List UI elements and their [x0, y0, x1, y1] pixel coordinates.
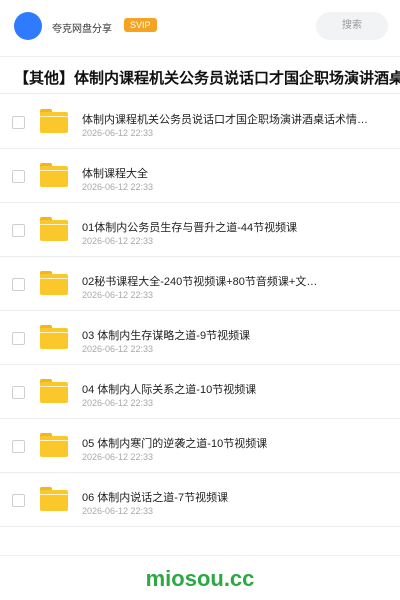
file-row[interactable]: 体制课程大全 2026-06-12 22:33	[0, 149, 400, 203]
file-date: 2026-06-12 22:33	[82, 128, 154, 138]
avatar[interactable]	[14, 12, 42, 40]
folder-icon	[40, 163, 68, 187]
checkbox-icon[interactable]	[12, 116, 25, 129]
file-name[interactable]: 05 体制内寒门的逆袭之道-10节视频课	[82, 435, 382, 451]
file-name[interactable]: 04 体制内人际关系之道-10节视频课	[82, 381, 382, 397]
checkbox-icon[interactable]	[12, 494, 25, 507]
checkbox-icon[interactable]	[12, 386, 25, 399]
checkbox-icon[interactable]	[12, 170, 25, 183]
footer: miosou.cc	[0, 555, 400, 600]
checkbox-icon[interactable]	[12, 278, 25, 291]
checkbox-icon[interactable]	[12, 440, 25, 453]
folder-icon	[40, 379, 68, 403]
folder-icon	[40, 325, 68, 349]
folder-icon	[40, 109, 68, 133]
file-date: 2026-06-12 22:33	[82, 398, 154, 408]
checkbox-icon[interactable]	[12, 332, 25, 345]
file-date: 2026-06-12 22:33	[82, 506, 154, 516]
svip-badge: SVIP	[124, 18, 157, 32]
folder-icon	[40, 217, 68, 241]
file-name[interactable]: 体制课程大全	[82, 165, 382, 181]
file-list: 体制内课程机关公务员说话口才国企职场演讲酒桌话术情… 2026-06-12 22…	[0, 95, 400, 527]
file-date: 2026-06-12 22:33	[82, 344, 154, 354]
file-row[interactable]: 体制内课程机关公务员说话口才国企职场演讲酒桌话术情… 2026-06-12 22…	[0, 95, 400, 149]
file-date: 2026-06-12 22:33	[82, 182, 154, 192]
username: 夸克网盘分享	[52, 24, 112, 35]
file-row[interactable]: 04 体制内人际关系之道-10节视频课 2026-06-12 22:33	[0, 365, 400, 419]
app-header: 夸克网盘分享 SVIP 搜索	[0, 0, 400, 54]
file-name[interactable]: 体制内课程机关公务员说话口才国企职场演讲酒桌话术情…	[82, 111, 382, 127]
file-name[interactable]: 01体制内公务员生存与晋升之道-44节视频课	[82, 219, 382, 235]
file-date: 2026-06-12 22:33	[82, 452, 154, 462]
folder-icon	[40, 487, 68, 511]
file-row[interactable]: 05 体制内寒门的逆袭之道-10节视频课 2026-06-12 22:33	[0, 419, 400, 473]
file-row[interactable]: 03 体制内生存谋略之道-9节视频课 2026-06-12 22:33	[0, 311, 400, 365]
file-row[interactable]: 02秘书课程大全-240节视频课+80节音频课+文… 2026-06-12 22…	[0, 257, 400, 311]
folder-icon	[40, 271, 68, 295]
file-name[interactable]: 02秘书课程大全-240节视频课+80节音频课+文…	[82, 273, 382, 289]
brand-watermark: miosou.cc	[145, 566, 255, 591]
file-name[interactable]: 06 体制内说话之道-7节视频课	[82, 489, 382, 505]
checkbox-icon[interactable]	[12, 224, 25, 237]
file-row[interactable]: 06 体制内说话之道-7节视频课 2026-06-12 22:33	[0, 473, 400, 527]
search-button[interactable]: 搜索	[316, 12, 388, 40]
file-date: 2026-06-12 22:33	[82, 236, 154, 246]
file-row[interactable]: 01体制内公务员生存与晋升之道-44节视频课 2026-06-12 22:33	[0, 203, 400, 257]
file-name[interactable]: 03 体制内生存谋略之道-9节视频课	[82, 327, 382, 343]
share-title: 【其他】体制内课程机关公务员说话口才国企职场演讲酒桌	[14, 70, 400, 87]
folder-icon	[40, 433, 68, 457]
file-date: 2026-06-12 22:33	[82, 290, 154, 300]
share-title-bar: 【其他】体制内课程机关公务员说话口才国企职场演讲酒桌	[0, 56, 400, 94]
